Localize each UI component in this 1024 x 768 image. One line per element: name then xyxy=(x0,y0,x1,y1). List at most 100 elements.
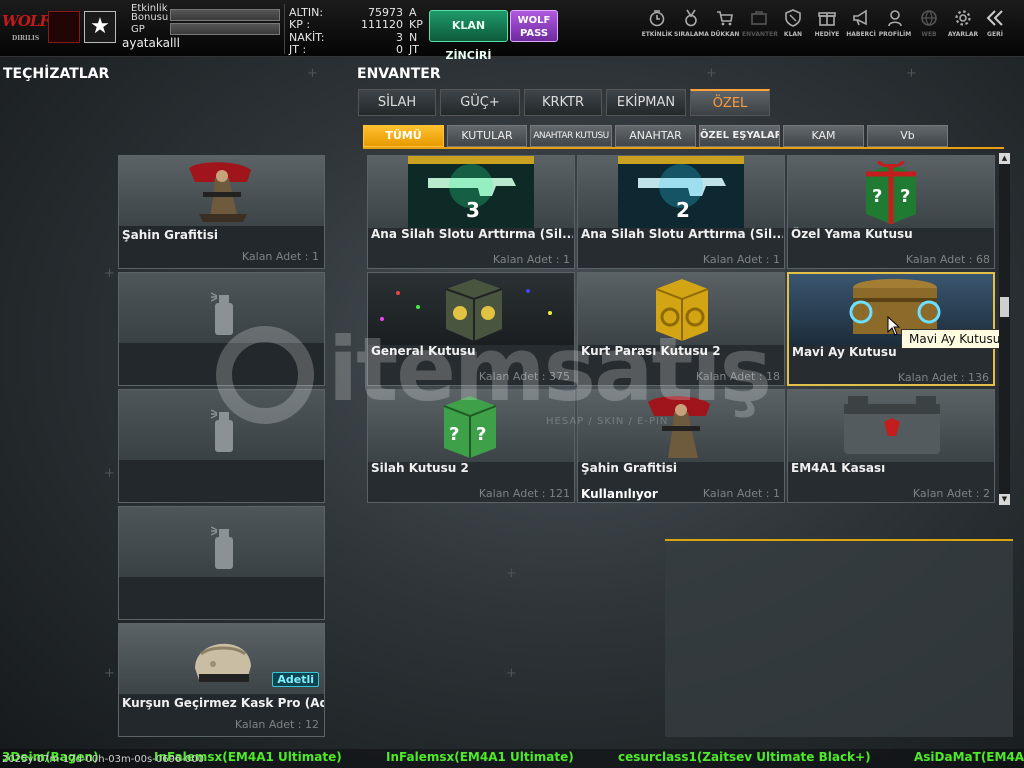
equipment-slot-empty[interactable] xyxy=(118,506,325,620)
equipment-name: Kurşun Geçirmez Kask Pro (Adetli) xyxy=(122,696,324,710)
plus-marker: + xyxy=(104,266,115,281)
inventory-item[interactable]: 3 Ana Silah Slotu Arttırma (Sil... Kalan… xyxy=(367,155,575,269)
item-detail-panel xyxy=(665,539,1013,737)
item-name: Kurt Parası Kutusu 2 xyxy=(581,344,721,358)
top-bar: WOLF DIRILIS ★ Etkinlik Bonusu GP ayatak… xyxy=(0,0,1024,62)
tab-power[interactable]: GÜÇ+ xyxy=(440,89,520,116)
nav-label: AYARLAR xyxy=(947,31,979,38)
gift-box-image: ? ? xyxy=(866,160,916,224)
inventory-icon xyxy=(751,11,767,25)
nav-label: KLAN xyxy=(783,31,803,38)
nav-messenger[interactable]: HABERCİ xyxy=(844,9,878,38)
spray-can-icon xyxy=(211,409,233,452)
item-name: Şahin Grafitisi xyxy=(581,461,677,475)
nav-label: SIRALAMA xyxy=(674,31,709,38)
item-name: Ana Silah Slotu Arttırma (Sil... xyxy=(371,227,573,241)
nav-ranking[interactable]: SIRALAMA xyxy=(674,9,709,38)
equipment-name: Şahin Grafitisi xyxy=(122,228,218,242)
clan-chain-button[interactable]: KLAN ZİNCİRİ xyxy=(429,10,508,62)
em4a1-case-image xyxy=(844,396,940,454)
tab-weapon[interactable]: SİLAH xyxy=(358,89,436,116)
wolf-pass-label-1: WOLF xyxy=(517,15,551,26)
player-name: ayatakalll xyxy=(122,36,180,50)
currency-row-jt: JT : 0 JT xyxy=(285,44,425,56)
subtab-special-items[interactable]: ÖZEL EŞYALAR xyxy=(699,125,780,147)
svg-text:?: ? xyxy=(476,424,486,445)
inventory-item[interactable]: ? ? Silah Kutusu 2 Kalan Adet : 121 xyxy=(367,389,575,503)
wolf-pass-button[interactable]: WOLF PASS xyxy=(510,10,558,42)
weapon-box-image: ? ? xyxy=(443,396,497,458)
scroll-down-button[interactable]: ▼ xyxy=(999,494,1010,505)
timestamp: 2025y-07m-17d-00h-03m-00s-0696-000 xyxy=(2,754,204,765)
item-count: Kalan Adet : 2 xyxy=(912,487,990,500)
nav-label: ETKİNLİK xyxy=(641,31,673,38)
spray-can-icon xyxy=(211,292,233,335)
general-box-image xyxy=(380,279,552,341)
nav-back[interactable]: GERİ xyxy=(978,9,1012,38)
star-rank-icon[interactable]: ★ xyxy=(84,11,116,43)
subtab-underline xyxy=(363,147,1004,149)
slot-number-badge: 2 xyxy=(676,198,690,222)
item-tooltip: Mavi Ay Kutusu xyxy=(901,329,1009,349)
nav-profile[interactable]: PROFİLİM xyxy=(878,9,912,38)
equipment-lower xyxy=(119,577,324,619)
subtab-all[interactable]: TÜMÜ xyxy=(363,125,444,147)
inventory-item[interactable]: Şahin Grafitisi Kullanılıyor Kalan Adet … xyxy=(577,389,785,503)
equipment-lower xyxy=(119,343,324,385)
inventory-item[interactable]: 2 Ana Silah Slotu Arttırma (Sil... Kalan… xyxy=(577,155,785,269)
item-name: Silah Kutusu 2 xyxy=(371,461,469,475)
feed-entry: InFalemsx(EM4A1 Ultimate) xyxy=(386,750,574,764)
equipment-slot-empty[interactable] xyxy=(118,389,325,503)
game-logo-text: WOLF xyxy=(2,12,50,30)
nav-clan[interactable]: KLAN xyxy=(776,9,810,38)
inventory-scrollbar[interactable]: ▲ ▼ xyxy=(999,153,1010,505)
nav-shop[interactable]: DÜKKAN xyxy=(708,9,742,38)
item-image xyxy=(788,390,994,462)
subtab-cam[interactable]: KAM xyxy=(783,125,864,147)
equipment-lower xyxy=(119,460,324,502)
nav-web[interactable]: WEB xyxy=(912,9,946,38)
subtab-boxes[interactable]: KUTULAR xyxy=(447,125,527,147)
equipment-image xyxy=(119,273,324,343)
equipment-slot-helmet[interactable]: Adetli Kurşun Geçirmez Kask Pro (Adetli)… xyxy=(118,623,325,737)
equipment-slot-graffiti[interactable]: Şahin Grafitisi Kalan Adet : 1 xyxy=(118,155,325,269)
item-count: Kalan Adet : 1 xyxy=(702,253,780,266)
svg-text:?: ? xyxy=(900,186,910,207)
nav-settings[interactable]: AYARLAR xyxy=(946,9,980,38)
plus-marker: + xyxy=(506,666,517,681)
rank-badge[interactable] xyxy=(48,11,80,43)
inventory-item[interactable]: General Kutusu Kalan Adet : 375 xyxy=(367,272,575,386)
currency-row-cash: NAKİT: 3 N xyxy=(285,32,425,44)
nav-gift[interactable]: HEDİYE xyxy=(810,9,844,38)
globe-icon xyxy=(921,10,937,26)
event-bonus-bar xyxy=(170,9,280,21)
wolf-pass-label-2: PASS xyxy=(519,28,549,39)
adetli-badge: Adetli xyxy=(272,672,319,687)
equipment-count: Kalan Adet : 12 xyxy=(234,718,319,731)
inventory-item[interactable]: EM4A1 Kasası Kalan Adet : 2 xyxy=(787,389,995,503)
subtab-key[interactable]: ANAHTAR xyxy=(615,125,696,147)
tab-character[interactable]: KRKTR xyxy=(524,89,602,116)
scroll-thumb[interactable] xyxy=(1000,297,1009,317)
nav-inventory[interactable]: ENVANTER xyxy=(742,9,778,38)
spray-can-icon xyxy=(211,526,233,569)
plus-marker: + xyxy=(506,566,517,581)
plus-marker: + xyxy=(104,666,115,681)
item-name: EM4A1 Kasası xyxy=(791,461,886,475)
subtab-other[interactable]: Vb xyxy=(867,125,948,147)
inventory-item[interactable]: Kurt Parası Kutusu 2 Kalan Adet : 18 xyxy=(577,272,785,386)
game-logo-subtext: DIRILIS xyxy=(12,35,40,42)
back-chevron-icon xyxy=(986,10,1003,26)
subtab-key-box[interactable]: ANAHTAR KUTUSU xyxy=(530,125,612,147)
nav-event[interactable]: ETKİNLİK xyxy=(640,9,674,38)
nav-label: ENVANTER xyxy=(742,31,778,38)
tab-special[interactable]: ÖZEL xyxy=(690,89,770,116)
equipment-image xyxy=(119,390,324,460)
equipment-slot-empty[interactable] xyxy=(118,272,325,386)
nav-label: HABERCİ xyxy=(846,31,876,38)
scroll-up-button[interactable]: ▲ xyxy=(999,153,1010,164)
currency-value: 111120 xyxy=(361,18,403,31)
tab-equipment[interactable]: EKİPMAN xyxy=(606,89,686,116)
inventory-item[interactable]: ? ? Özel Yama Kutusu Kalan Adet : 68 xyxy=(787,155,995,269)
item-image xyxy=(578,273,784,345)
